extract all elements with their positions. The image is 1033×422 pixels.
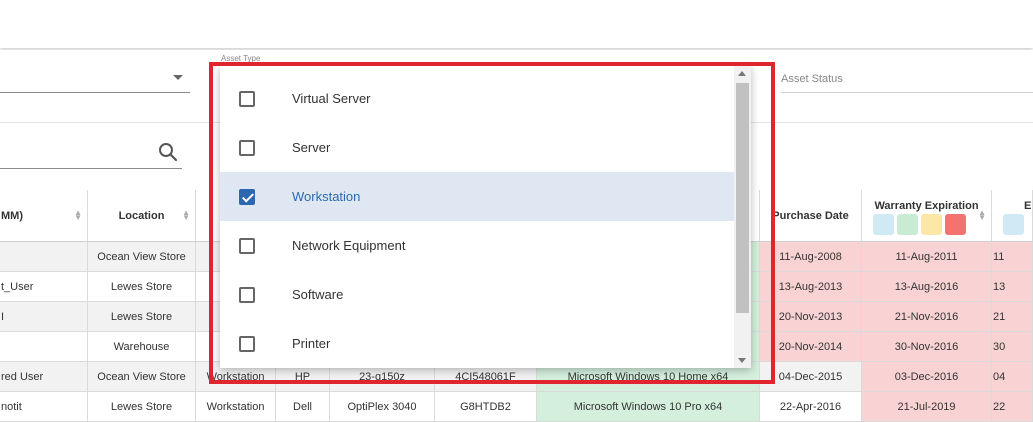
option-software[interactable]: Software: [220, 270, 734, 319]
option-server[interactable]: Server: [220, 123, 734, 172]
column-header-warranty-expiration[interactable]: Warranty Expiration ▲ ▼: [862, 190, 992, 242]
table-cell-location[interactable]: Lewes Store: [88, 272, 196, 302]
column-header-label: MM): [1, 209, 23, 222]
sort-icon[interactable]: ▲ ▼: [74, 209, 82, 222]
column-header-last[interactable]: E: [992, 190, 1033, 242]
table-cell-purchase[interactable]: 11-Aug-2008: [760, 242, 862, 272]
scroll-up-icon[interactable]: [738, 71, 746, 76]
warranty-legend: [873, 214, 966, 235]
option-network-equipment[interactable]: Network Equipment: [220, 221, 734, 270]
table-cell-purchase[interactable]: 22-Apr-2016: [760, 392, 862, 422]
asset-status-underline: [781, 92, 1033, 93]
table-cell-last[interactable]: 13: [992, 272, 1033, 302]
table-cell-os[interactable]: Microsoft Windows 10 Pro x64: [537, 392, 760, 422]
scroll-down-icon[interactable]: [738, 358, 746, 363]
table-cell-c1[interactable]: red User: [0, 362, 88, 392]
option-label: Network Equipment: [292, 238, 406, 253]
top-bar: [0, 0, 1033, 48]
table-cell-c1[interactable]: [0, 332, 88, 362]
table-cell-warranty[interactable]: 21-Jul-2019: [862, 392, 992, 422]
checkbox-checked[interactable]: [239, 188, 255, 205]
legend-swatch[interactable]: [897, 214, 918, 235]
table-cell-location[interactable]: Ocean View Store: [88, 362, 196, 392]
option-label: Software: [292, 287, 344, 302]
option-label: Workstation: [292, 189, 361, 204]
filter-select[interactable]: [0, 92, 190, 93]
table-cell-warranty[interactable]: 11-Aug-2011: [862, 242, 992, 272]
legend-swatch[interactable]: [873, 214, 894, 235]
legend-swatch[interactable]: [945, 214, 966, 235]
asset-status-field[interactable]: Asset Status: [781, 73, 843, 85]
search-input[interactable]: [0, 168, 182, 169]
table-cell-location[interactable]: Lewes Store: [88, 392, 196, 422]
column-header-label: Purchase Date: [772, 209, 849, 222]
checkbox[interactable]: [239, 335, 255, 352]
table-cell-last[interactable]: 11: [992, 242, 1033, 272]
table-cell-purchase[interactable]: 04-Dec-2015: [760, 362, 862, 392]
option-printer[interactable]: Printer: [220, 319, 734, 368]
table-cell-purchase[interactable]: 13-Aug-2013: [760, 272, 862, 302]
table-cell-make[interactable]: Dell: [276, 392, 330, 422]
search-icon[interactable]: [158, 142, 178, 167]
column-header-label: Warranty Expiration: [874, 200, 979, 212]
table-cell-purchase[interactable]: 20-Nov-2014: [760, 332, 862, 362]
table-cell-c1[interactable]: t_User: [0, 272, 88, 302]
legend-partial: [1003, 214, 1024, 235]
table-cell-serial[interactable]: G8HTDB2: [435, 392, 537, 422]
table-cell-c1[interactable]: I: [0, 302, 88, 332]
table-cell-c1[interactable]: [0, 242, 88, 272]
table-cell-warranty[interactable]: 03-Dec-2016: [862, 362, 992, 392]
table-cell-c1[interactable]: notit: [0, 392, 88, 422]
legend-swatch[interactable]: [921, 214, 942, 235]
option-virtual-server[interactable]: Virtual Server: [220, 74, 734, 123]
column-header-location[interactable]: Location ▲ ▼: [88, 190, 196, 242]
sort-icon[interactable]: ▲ ▼: [978, 209, 986, 222]
table-cell-warranty[interactable]: 13-Aug-2016: [862, 272, 992, 302]
table-cell-last[interactable]: 30: [992, 332, 1033, 362]
checkbox[interactable]: [239, 286, 255, 303]
table-cell-last[interactable]: 04: [992, 362, 1033, 392]
table-cell-warranty[interactable]: 21-Nov-2016: [862, 302, 992, 332]
column-header-label: Location: [118, 209, 165, 222]
table-cell-model[interactable]: OptiPlex 3040: [330, 392, 435, 422]
table-cell-location[interactable]: Warehouse: [88, 332, 196, 362]
sort-icon[interactable]: ▲ ▼: [182, 209, 190, 222]
legend-swatch[interactable]: [1003, 214, 1024, 235]
table-cell-location[interactable]: Lewes Store: [88, 302, 196, 332]
table-cell-location[interactable]: Ocean View Store: [88, 242, 196, 272]
table-cell-last[interactable]: 22: [992, 392, 1033, 422]
table-cell-warranty[interactable]: 30-Nov-2016: [862, 332, 992, 362]
column-header-label: E: [1024, 200, 1032, 212]
chevron-down-icon[interactable]: [173, 75, 183, 80]
table-cell-last[interactable]: 21: [992, 302, 1033, 332]
option-label: Virtual Server: [292, 91, 371, 106]
asset-type-dropdown: Virtual Server Server Workstation Networ…: [220, 66, 751, 368]
table-cell-type[interactable]: Workstation: [196, 392, 276, 422]
scroll-thumb[interactable]: [736, 83, 749, 313]
checkbox[interactable]: [239, 139, 255, 156]
column-header-1[interactable]: MM) ▲ ▼: [0, 190, 88, 242]
table-cell-purchase[interactable]: 20-Nov-2013: [760, 302, 862, 332]
checkbox[interactable]: [239, 237, 255, 254]
option-workstation[interactable]: Workstation: [220, 172, 734, 221]
asset-type-label: Asset Type: [221, 54, 261, 63]
dropdown-scrollbar[interactable]: [734, 66, 751, 368]
checkbox[interactable]: [239, 90, 255, 107]
column-header-purchase-date[interactable]: Purchase Date: [760, 190, 862, 242]
option-label: Server: [292, 140, 331, 155]
option-label: Printer: [292, 336, 331, 351]
